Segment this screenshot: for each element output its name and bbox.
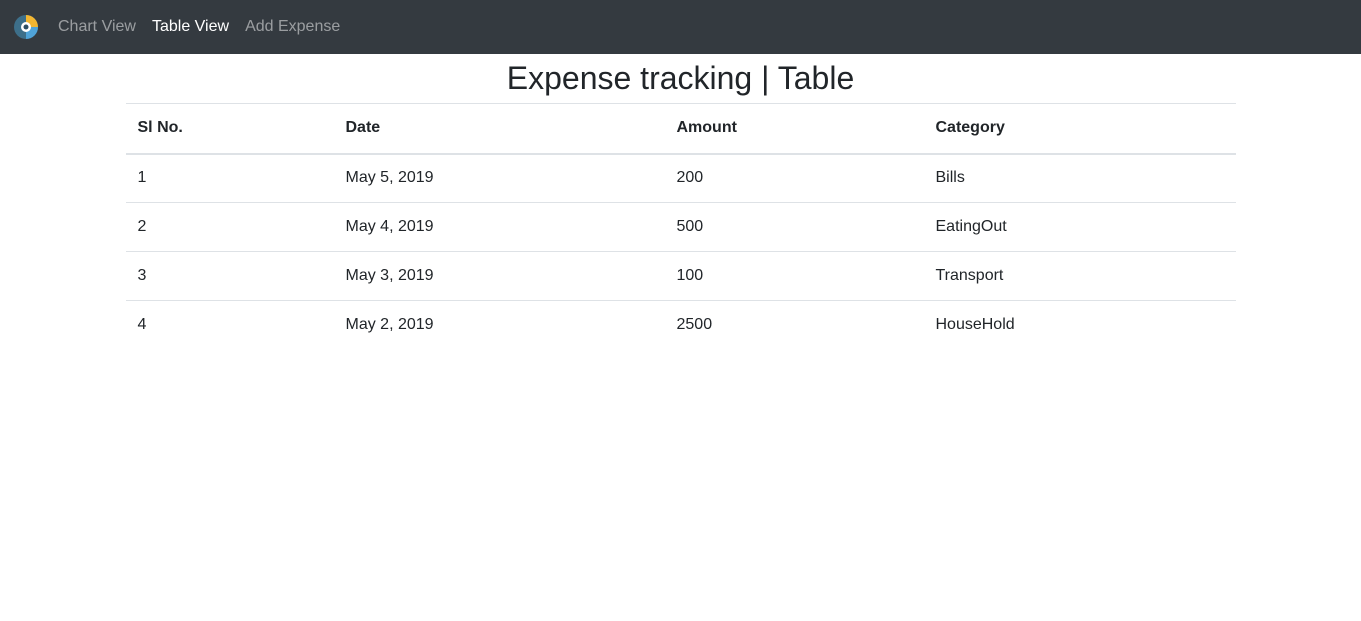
cell-amount: 2500 (664, 300, 924, 350)
cell-date: May 3, 2019 (333, 251, 665, 301)
cell-category: HouseHold (923, 300, 1236, 350)
nav-chart-view[interactable]: Chart View (50, 0, 144, 54)
nav-add-expense[interactable]: Add Expense (237, 0, 348, 54)
expense-table: Sl No. Date Amount Category 1 May 5, 201… (125, 103, 1236, 350)
cell-category: EatingOut (923, 202, 1236, 252)
table-row: 3 May 3, 2019 100 Transport (125, 251, 1236, 301)
cell-amount: 100 (664, 251, 924, 301)
table-row: 1 May 5, 2019 200 Bills (126, 154, 1236, 203)
table-header-row: Sl No. Date Amount Category (125, 103, 1236, 155)
cell-amount: 200 (676, 169, 704, 187)
header-date: Date (333, 103, 665, 155)
cell-sl-no: 2 (125, 202, 334, 252)
header-amount: Amount (664, 103, 924, 155)
table-row: 4 May 2, 2019 2500 HouseHold (125, 300, 1236, 350)
cell-sl-no: 1 (137, 169, 147, 187)
header-category: Category (923, 103, 1236, 155)
cell-category: Transport (923, 251, 1236, 301)
header-sl-no: Sl No. (125, 103, 334, 155)
cell-date: May 2, 2019 (333, 300, 665, 350)
app-logo-icon[interactable] (12, 13, 40, 41)
top-navbar: Chart View Table View Add Expense (0, 0, 1361, 54)
cell-sl-no: 3 (125, 251, 334, 301)
main-container: Expense tracking | Table Sl No. Date Amo… (125, 54, 1236, 350)
page-title: Expense tracking | Table (506, 60, 855, 96)
cell-amount: 500 (664, 202, 924, 252)
cell-date: May 5, 2019 (345, 169, 434, 187)
cell-sl-no: 4 (125, 300, 334, 350)
table-row: 2 May 4, 2019 500 EatingOut (125, 202, 1236, 252)
cell-date: May 4, 2019 (333, 202, 665, 252)
cell-category: Bills (935, 169, 965, 187)
nav-table-view[interactable]: Table View (144, 0, 237, 54)
